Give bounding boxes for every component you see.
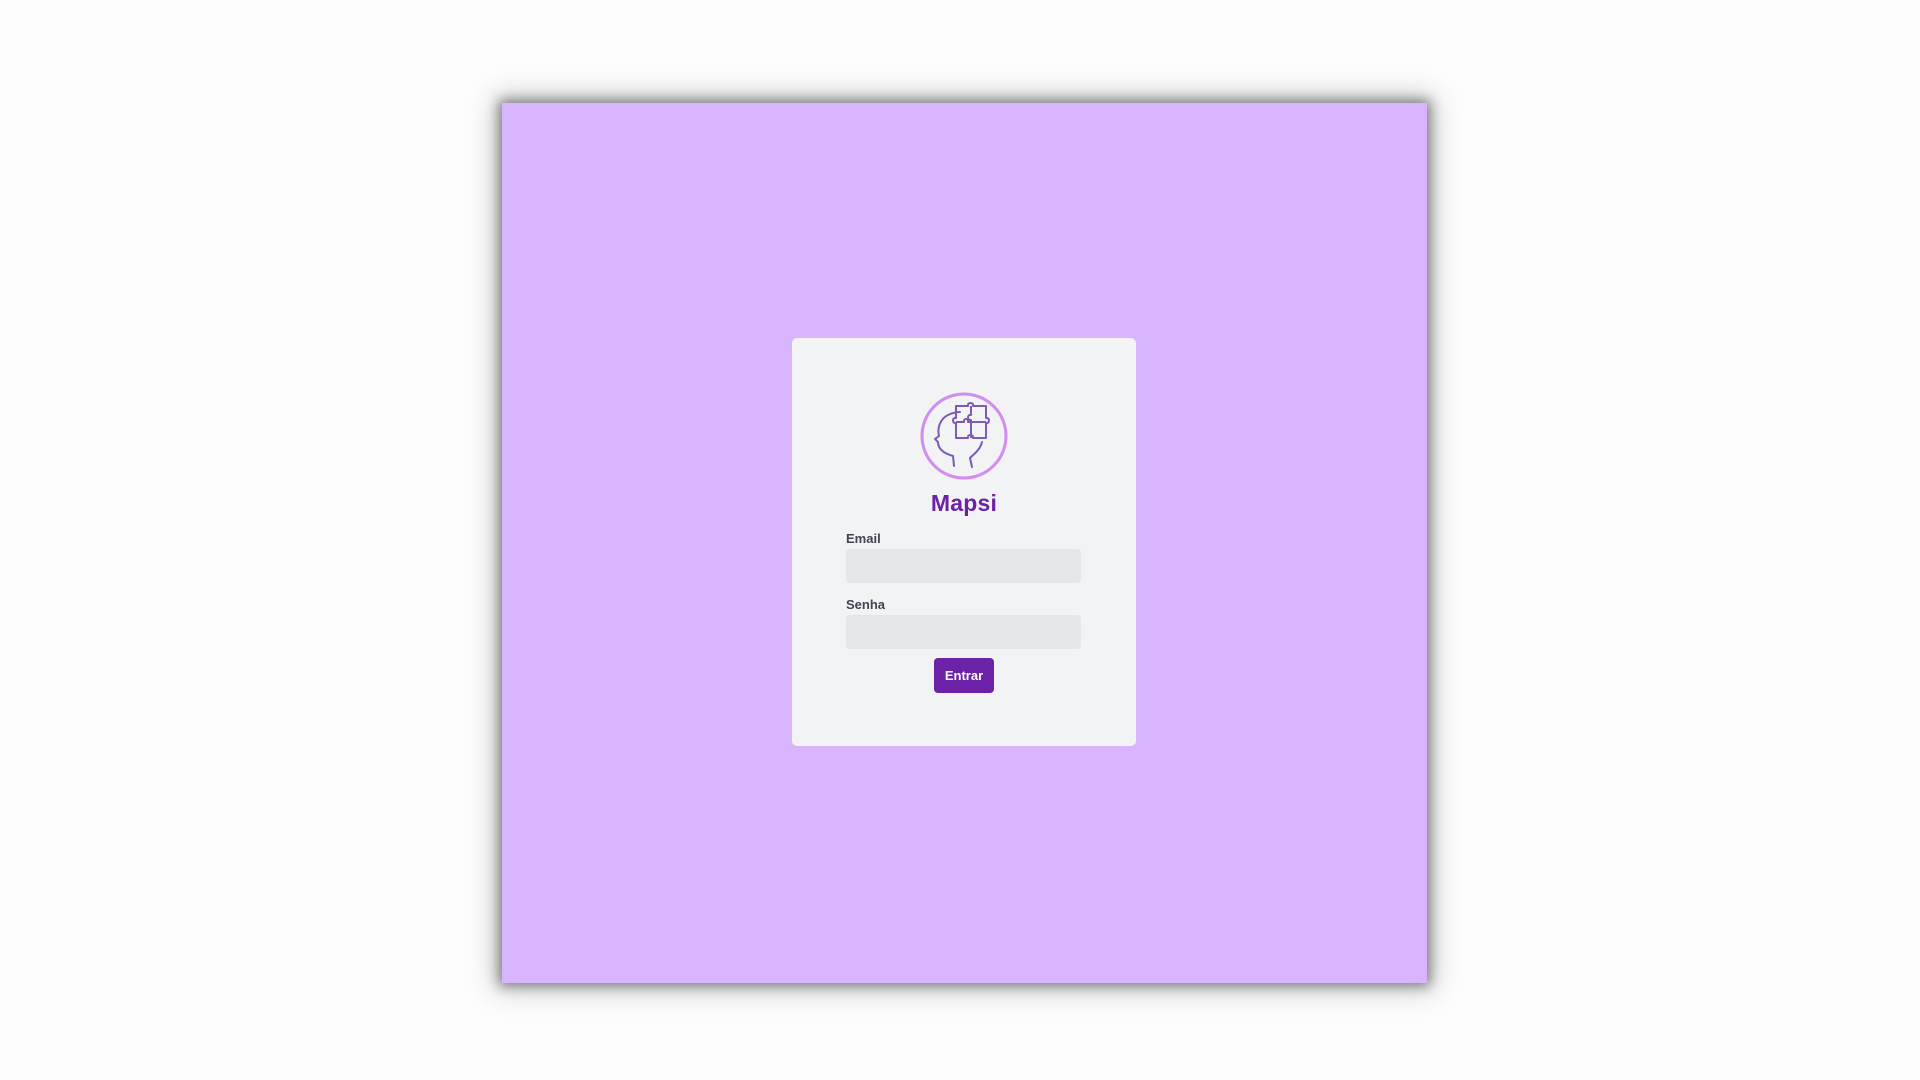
- login-card: Mapsi Email Senha Entrar: [792, 338, 1136, 746]
- email-label: Email: [846, 531, 881, 546]
- app-title: Mapsi: [930, 490, 998, 516]
- login-button[interactable]: Entrar: [934, 658, 994, 693]
- password-field[interactable]: [846, 615, 1081, 649]
- email-field[interactable]: [846, 549, 1081, 583]
- head-with-puzzle-icon: [920, 392, 1008, 480]
- password-label: Senha: [846, 597, 886, 612]
